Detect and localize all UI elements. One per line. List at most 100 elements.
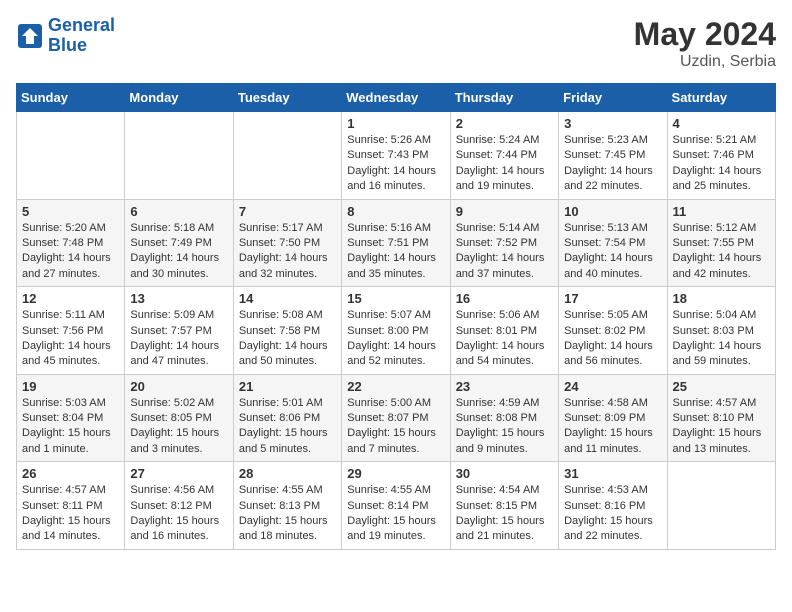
day-number: 12 bbox=[22, 291, 119, 306]
day-number: 17 bbox=[564, 291, 661, 306]
day-number: 2 bbox=[456, 116, 553, 131]
weekday-header-thursday: Thursday bbox=[450, 84, 558, 112]
day-number: 4 bbox=[673, 116, 770, 131]
day-number: 26 bbox=[22, 466, 119, 481]
day-info: Sunrise: 5:12 AM Sunset: 7:55 PM Dayligh… bbox=[673, 221, 770, 283]
calendar-day-cell: 5 Sunrise: 5:20 AM Sunset: 7:48 PM Daylig… bbox=[17, 199, 125, 287]
calendar-day-cell: 17 Sunrise: 5:05 AM Sunset: 8:02 PM Dayli… bbox=[559, 287, 667, 375]
day-info: Sunrise: 4:58 AM Sunset: 8:09 PM Dayligh… bbox=[564, 396, 661, 458]
weekday-header-saturday: Saturday bbox=[667, 84, 775, 112]
day-number: 8 bbox=[347, 204, 444, 219]
logo-line2: Blue bbox=[48, 36, 115, 56]
day-number: 29 bbox=[347, 466, 444, 481]
empty-cell bbox=[233, 112, 341, 200]
day-info: Sunrise: 4:57 AM Sunset: 8:11 PM Dayligh… bbox=[22, 483, 119, 545]
weekday-header-wednesday: Wednesday bbox=[342, 84, 450, 112]
calendar-day-cell: 12 Sunrise: 5:11 AM Sunset: 7:56 PM Dayli… bbox=[17, 287, 125, 375]
location: Uzdin, Serbia bbox=[634, 53, 776, 71]
weekday-header-row: SundayMondayTuesdayWednesdayThursdayFrid… bbox=[17, 84, 776, 112]
empty-cell bbox=[125, 112, 233, 200]
weekday-header-tuesday: Tuesday bbox=[233, 84, 341, 112]
calendar-day-cell: 30 Sunrise: 4:54 AM Sunset: 8:15 PM Dayli… bbox=[450, 462, 558, 550]
calendar-day-cell: 25 Sunrise: 4:57 AM Sunset: 8:10 PM Dayli… bbox=[667, 374, 775, 462]
day-number: 6 bbox=[130, 204, 227, 219]
calendar-day-cell: 2 Sunrise: 5:24 AM Sunset: 7:44 PM Daylig… bbox=[450, 112, 558, 200]
day-info: Sunrise: 5:20 AM Sunset: 7:48 PM Dayligh… bbox=[22, 221, 119, 283]
calendar-day-cell: 20Sunrise: 5:02 AM Sunset: 8:05 PM Dayli… bbox=[125, 374, 233, 462]
day-number: 15 bbox=[347, 291, 444, 306]
day-number: 27 bbox=[130, 466, 227, 481]
calendar-day-cell: 10 Sunrise: 5:13 AM Sunset: 7:54 PM Dayli… bbox=[559, 199, 667, 287]
calendar-day-cell: 31 Sunrise: 4:53 AM Sunset: 8:16 PM Dayli… bbox=[559, 462, 667, 550]
logo-icon bbox=[16, 22, 44, 50]
day-number: 10 bbox=[564, 204, 661, 219]
month-title: May 2024 bbox=[634, 16, 776, 53]
day-info: Sunrise: 4:55 AM Sunset: 8:13 PM Dayligh… bbox=[239, 483, 336, 545]
day-number: 3 bbox=[564, 116, 661, 131]
day-info: Sunrise: 4:57 AM Sunset: 8:10 PM Dayligh… bbox=[673, 396, 770, 458]
page-header: General Blue May 2024 Uzdin, Serbia bbox=[16, 16, 776, 71]
day-number: 21 bbox=[239, 379, 336, 394]
calendar-week-row: 5 Sunrise: 5:20 AM Sunset: 7:48 PM Daylig… bbox=[17, 199, 776, 287]
day-number: 7 bbox=[239, 204, 336, 219]
calendar-day-cell: 1Sunrise: 5:26 AM Sunset: 7:43 PM Daylig… bbox=[342, 112, 450, 200]
day-number: 13 bbox=[130, 291, 227, 306]
day-info: Sunrise: 5:05 AM Sunset: 8:02 PM Dayligh… bbox=[564, 308, 661, 370]
calendar-day-cell: 13 Sunrise: 5:09 AM Sunset: 7:57 PM Dayli… bbox=[125, 287, 233, 375]
day-info: Sunrise: 5:00 AM Sunset: 8:07 PM Dayligh… bbox=[347, 396, 444, 458]
day-info: Sunrise: 5:03 AM Sunset: 8:04 PM Dayligh… bbox=[22, 396, 119, 458]
day-number: 5 bbox=[22, 204, 119, 219]
day-number: 14 bbox=[239, 291, 336, 306]
calendar-day-cell: 3 Sunrise: 5:23 AM Sunset: 7:45 PM Daylig… bbox=[559, 112, 667, 200]
calendar-day-cell: 16Sunrise: 5:06 AM Sunset: 8:01 PM Dayli… bbox=[450, 287, 558, 375]
weekday-header-sunday: Sunday bbox=[17, 84, 125, 112]
logo: General Blue bbox=[16, 16, 115, 56]
calendar-day-cell: 11Sunrise: 5:12 AM Sunset: 7:55 PM Dayli… bbox=[667, 199, 775, 287]
day-number: 18 bbox=[673, 291, 770, 306]
day-info: Sunrise: 4:55 AM Sunset: 8:14 PM Dayligh… bbox=[347, 483, 444, 545]
calendar-day-cell: 4Sunrise: 5:21 AM Sunset: 7:46 PM Daylig… bbox=[667, 112, 775, 200]
day-info: Sunrise: 5:08 AM Sunset: 7:58 PM Dayligh… bbox=[239, 308, 336, 370]
calendar-table: SundayMondayTuesdayWednesdayThursdayFrid… bbox=[16, 83, 776, 550]
calendar-day-cell: 28 Sunrise: 4:55 AM Sunset: 8:13 PM Dayli… bbox=[233, 462, 341, 550]
day-info: Sunrise: 5:23 AM Sunset: 7:45 PM Dayligh… bbox=[564, 133, 661, 195]
calendar-week-row: 1Sunrise: 5:26 AM Sunset: 7:43 PM Daylig… bbox=[17, 112, 776, 200]
weekday-header-monday: Monday bbox=[125, 84, 233, 112]
day-info: Sunrise: 5:13 AM Sunset: 7:54 PM Dayligh… bbox=[564, 221, 661, 283]
day-number: 23 bbox=[456, 379, 553, 394]
day-info: Sunrise: 5:04 AM Sunset: 8:03 PM Dayligh… bbox=[673, 308, 770, 370]
day-info: Sunrise: 4:54 AM Sunset: 8:15 PM Dayligh… bbox=[456, 483, 553, 545]
weekday-header-friday: Friday bbox=[559, 84, 667, 112]
calendar-day-cell: 29 Sunrise: 4:55 AM Sunset: 8:14 PM Dayli… bbox=[342, 462, 450, 550]
day-number: 20 bbox=[130, 379, 227, 394]
calendar-day-cell: 27Sunrise: 4:56 AM Sunset: 8:12 PM Dayli… bbox=[125, 462, 233, 550]
day-number: 28 bbox=[239, 466, 336, 481]
day-info: Sunrise: 5:06 AM Sunset: 8:01 PM Dayligh… bbox=[456, 308, 553, 370]
day-number: 31 bbox=[564, 466, 661, 481]
day-info: Sunrise: 4:53 AM Sunset: 8:16 PM Dayligh… bbox=[564, 483, 661, 545]
day-info: Sunrise: 5:07 AM Sunset: 8:00 PM Dayligh… bbox=[347, 308, 444, 370]
calendar-day-cell: 21 Sunrise: 5:01 AM Sunset: 8:06 PM Dayli… bbox=[233, 374, 341, 462]
day-number: 9 bbox=[456, 204, 553, 219]
logo-text: General Blue bbox=[48, 16, 115, 56]
calendar-day-cell: 19 Sunrise: 5:03 AM Sunset: 8:04 PM Dayli… bbox=[17, 374, 125, 462]
day-number: 30 bbox=[456, 466, 553, 481]
day-info: Sunrise: 5:09 AM Sunset: 7:57 PM Dayligh… bbox=[130, 308, 227, 370]
calendar-day-cell: 26 Sunrise: 4:57 AM Sunset: 8:11 PM Dayli… bbox=[17, 462, 125, 550]
day-info: Sunrise: 5:11 AM Sunset: 7:56 PM Dayligh… bbox=[22, 308, 119, 370]
calendar-day-cell: 18 Sunrise: 5:04 AM Sunset: 8:03 PM Dayli… bbox=[667, 287, 775, 375]
calendar-week-row: 19 Sunrise: 5:03 AM Sunset: 8:04 PM Dayli… bbox=[17, 374, 776, 462]
day-info: Sunrise: 4:59 AM Sunset: 8:08 PM Dayligh… bbox=[456, 396, 553, 458]
calendar-day-cell: 6Sunrise: 5:18 AM Sunset: 7:49 PM Daylig… bbox=[125, 199, 233, 287]
calendar-day-cell: 22 Sunrise: 5:00 AM Sunset: 8:07 PM Dayli… bbox=[342, 374, 450, 462]
day-number: 19 bbox=[22, 379, 119, 394]
empty-cell bbox=[667, 462, 775, 550]
calendar-week-row: 12 Sunrise: 5:11 AM Sunset: 7:56 PM Dayli… bbox=[17, 287, 776, 375]
day-number: 22 bbox=[347, 379, 444, 394]
day-number: 1 bbox=[347, 116, 444, 131]
calendar-day-cell: 14 Sunrise: 5:08 AM Sunset: 7:58 PM Dayli… bbox=[233, 287, 341, 375]
day-info: Sunrise: 5:24 AM Sunset: 7:44 PM Dayligh… bbox=[456, 133, 553, 195]
day-info: Sunrise: 5:01 AM Sunset: 8:06 PM Dayligh… bbox=[239, 396, 336, 458]
day-number: 25 bbox=[673, 379, 770, 394]
day-number: 24 bbox=[564, 379, 661, 394]
